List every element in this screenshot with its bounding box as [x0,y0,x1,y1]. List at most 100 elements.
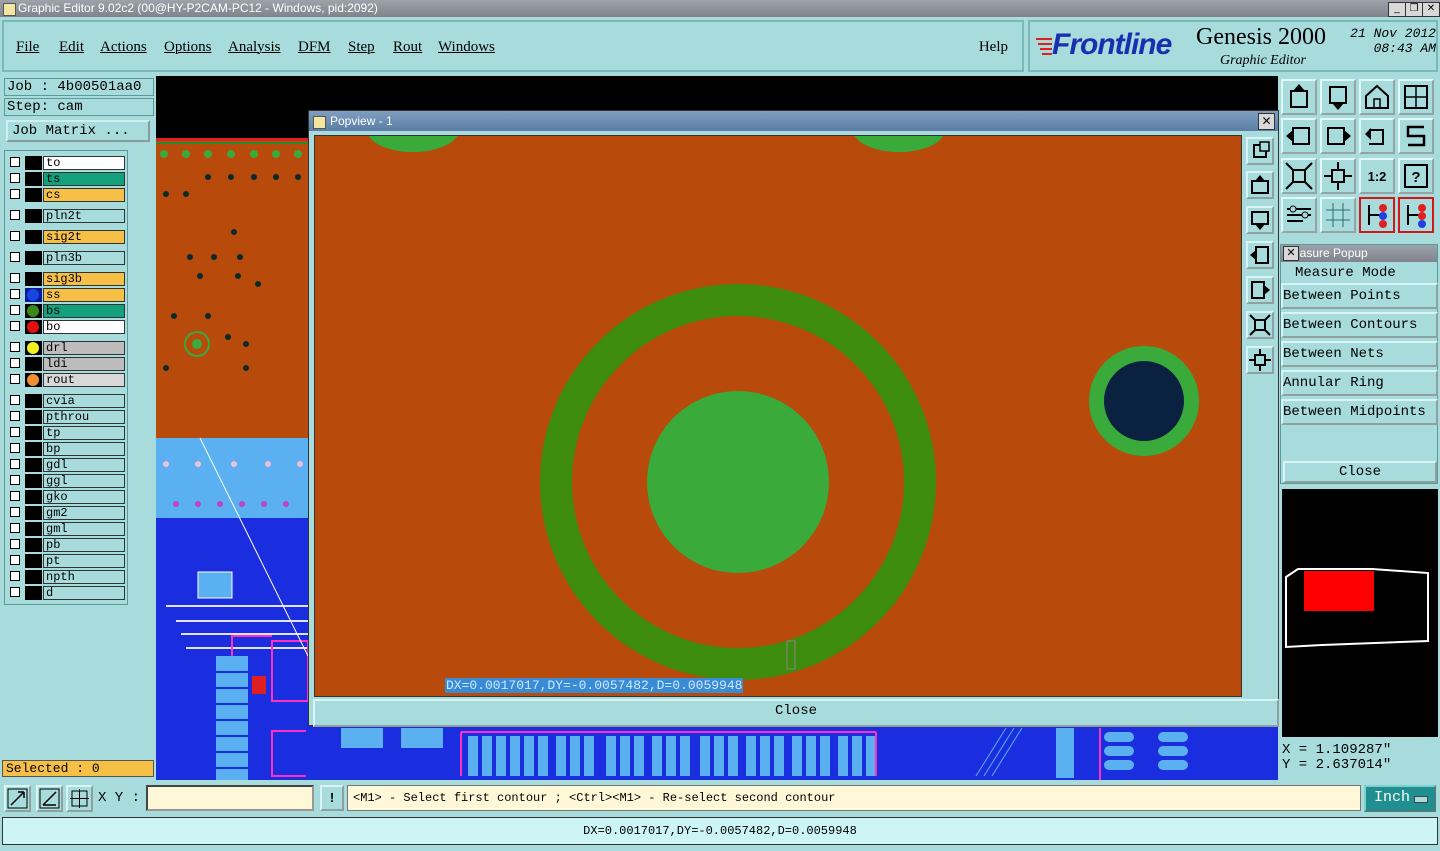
measure-between-midpoints-button[interactable]: Between Midpoints [1281,399,1438,425]
layer-color-swatch[interactable] [25,506,42,520]
layer-name[interactable]: bs [43,304,125,318]
layer-color-swatch[interactable] [25,490,42,504]
maximize-button[interactable]: ❐ [1405,2,1423,17]
layer-row-ggl[interactable]: ggl [7,474,127,488]
layer-row-sig2t[interactable]: sig2t [7,230,127,244]
layer-name[interactable]: bo [43,320,125,334]
tool-left-icon[interactable] [1281,118,1317,154]
menu-actions[interactable]: Actions [100,39,147,56]
popview-close-x-button[interactable]: ✕ [1258,113,1275,130]
menu-edit[interactable]: Edit [59,39,84,56]
minimize-button[interactable]: _ [1388,2,1406,17]
tool-zoom-out-icon[interactable] [1320,158,1356,194]
layer-name[interactable]: pln3b [43,251,125,265]
layer-color-swatch[interactable] [25,426,42,440]
layer-color-swatch[interactable] [25,172,42,186]
popview-close-button[interactable]: Close [313,699,1279,727]
menu-rout[interactable]: Rout [393,39,422,56]
layer-name[interactable]: rout [43,373,125,387]
layer-name[interactable]: gm2 [43,506,125,520]
layer-color-swatch[interactable] [25,554,42,568]
close-window-button[interactable]: ✕ [1422,2,1440,17]
layer-row-gm2[interactable]: gm2 [7,506,127,520]
layer-color-swatch[interactable] [25,156,42,170]
layer-color-swatch[interactable] [25,570,42,584]
layer-color-swatch[interactable] [25,522,42,536]
layer-checkbox[interactable] [10,231,20,241]
layer-name[interactable]: cs [43,188,125,202]
tool-grid-icon[interactable] [1320,197,1356,233]
layer-checkbox[interactable] [10,555,20,565]
menu-options[interactable]: Options [164,39,212,56]
layer-name[interactable]: sig2t [43,230,125,244]
layer-row-bs[interactable]: bs [7,304,127,318]
layer-checkbox[interactable] [10,342,20,352]
pv-pan-right-button[interactable] [1246,276,1274,304]
menu-dfm[interactable]: DFM [298,39,331,56]
layer-checkbox[interactable] [10,173,20,183]
layer-color-swatch[interactable] [25,251,42,265]
layer-name[interactable]: cvia [43,394,125,408]
layer-name[interactable]: gdl [43,458,125,472]
layer-row-bo[interactable]: bo [7,320,127,334]
layer-row-cs[interactable]: cs [7,188,127,202]
pv-pan-down-button[interactable] [1246,206,1274,234]
layer-checkbox[interactable] [10,374,20,384]
tool-zoom-in-icon[interactable] [1281,158,1317,194]
layer-checkbox[interactable] [10,459,20,469]
layer-name[interactable]: tp [43,426,125,440]
layer-name[interactable]: npth [43,570,125,584]
layer-color-swatch[interactable] [25,458,42,472]
measure-annular-ring-button[interactable]: Annular Ring [1281,370,1438,396]
layer-checkbox[interactable] [10,523,20,533]
layer-row-gdl[interactable]: gdl [7,458,127,472]
layer-color-swatch[interactable] [25,230,42,244]
layer-row-pln3b[interactable]: pln3b [7,251,127,265]
layer-checkbox[interactable] [10,273,20,283]
layer-row-gml[interactable]: gml [7,522,127,536]
menu-analysis[interactable]: Analysis [228,39,281,56]
layer-checkbox[interactable] [10,395,20,405]
measure-between-nets-button[interactable]: Between Nets [1281,341,1438,367]
layer-row-d[interactable]: d [7,586,127,600]
layer-checkbox[interactable] [10,358,20,368]
layer-checkbox[interactable] [10,289,20,299]
measure-between-points-button[interactable]: Between Points [1281,283,1438,309]
pv-zoom-in-button[interactable] [1246,311,1274,339]
layer-row-ts[interactable]: ts [7,172,127,186]
layer-name[interactable]: ts [43,172,125,186]
layer-row-cvia[interactable]: cvia [7,394,127,408]
arrow-tool-icon[interactable] [4,785,31,812]
layer-name[interactable]: sig3b [43,272,125,286]
layer-checkbox[interactable] [10,491,20,501]
layer-color-swatch[interactable] [25,272,42,286]
layer-color-swatch[interactable] [25,394,42,408]
tool-net-highlight-icon[interactable] [1359,197,1395,233]
measure-between-contours-button[interactable]: Between Contours [1281,312,1438,338]
warning-button[interactable]: ! [320,785,344,811]
units-selector[interactable]: Inch [1364,785,1436,812]
grid-snap-icon[interactable] [66,785,93,812]
layer-name[interactable]: ss [43,288,125,302]
layer-checkbox[interactable] [10,189,20,199]
job-matrix-button[interactable]: Job Matrix ... [6,120,150,142]
layer-checkbox[interactable] [10,305,20,315]
layer-checkbox[interactable] [10,252,20,262]
layer-name[interactable]: pt [43,554,125,568]
pv-zoom-fit-button[interactable] [1246,137,1274,165]
tool-help-icon[interactable]: ? [1398,158,1434,194]
layer-name[interactable]: gml [43,522,125,536]
layer-checkbox[interactable] [10,210,20,220]
tool-net-select-icon[interactable] [1398,197,1434,233]
layer-color-swatch[interactable] [25,442,42,456]
tool-window-icon[interactable] [1398,79,1434,115]
measure-tool-icon[interactable] [36,785,63,812]
layer-row-pln2t[interactable]: pln2t [7,209,127,223]
layer-color-swatch[interactable] [25,209,42,223]
layer-name[interactable]: pln2t [43,209,125,223]
layer-name[interactable]: pthrou [43,410,125,424]
layer-name[interactable]: drl [43,341,125,355]
layer-checkbox[interactable] [10,539,20,549]
measure-close-x-button[interactable]: ✕ [1283,246,1299,261]
tool-undo-zoom-icon[interactable] [1359,118,1395,154]
